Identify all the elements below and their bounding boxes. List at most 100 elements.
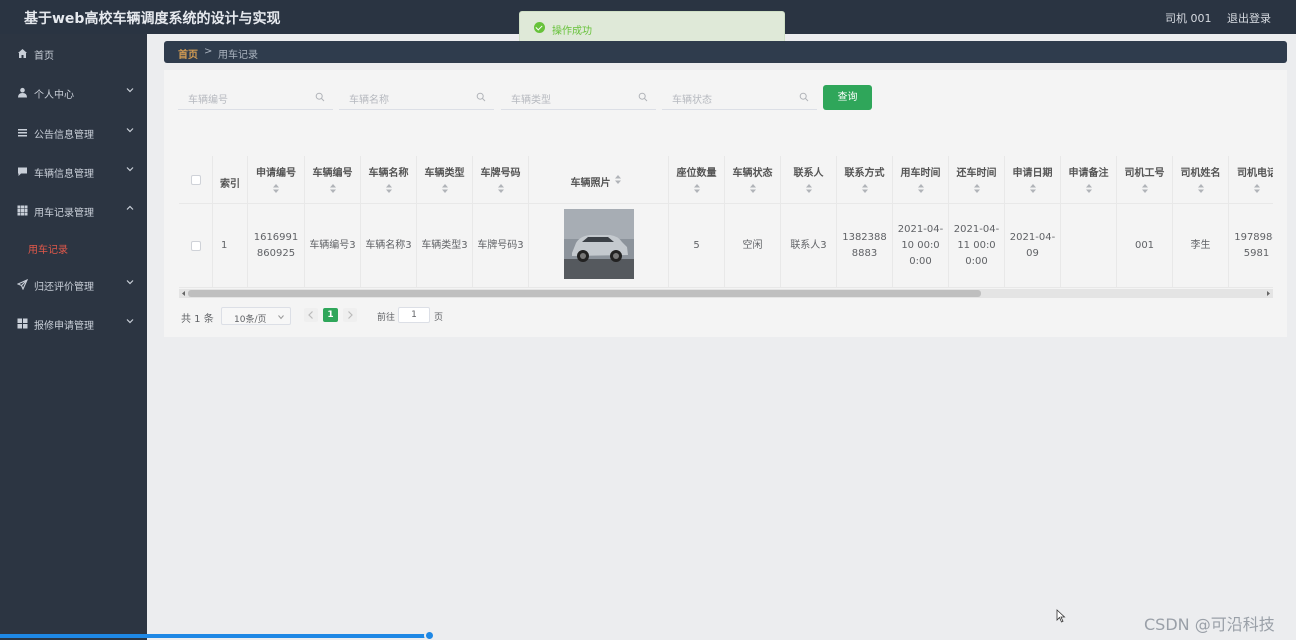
next-page-button[interactable] <box>343 308 357 322</box>
chevron-right-icon <box>348 311 353 319</box>
sidebar-item-usage-records[interactable]: 用车记录管理 <box>0 192 147 230</box>
breadcrumb-home[interactable]: 首页 <box>178 46 198 61</box>
cell-value: 车牌号码3 <box>477 239 524 251</box>
sort-icon[interactable] <box>693 184 700 193</box>
table-header-cell[interactable]: 车辆类型 <box>417 156 473 204</box>
input-placeholder: 车辆编号 <box>188 95 228 106</box>
sort-icon[interactable] <box>1253 184 1260 193</box>
table-header-cell[interactable]: 还车时间 <box>949 156 1005 204</box>
sort-icon[interactable] <box>1197 184 1204 193</box>
goto-page-input[interactable]: 1 <box>398 307 430 323</box>
table-header-cell[interactable]: 司机电话 <box>1229 156 1273 204</box>
table-cell: 李生 <box>1173 204 1229 288</box>
vehicle-photo[interactable] <box>564 209 634 279</box>
sidebar-item-repair-requests[interactable]: 报修申请管理 <box>0 305 147 343</box>
sort-icon[interactable] <box>1029 184 1036 193</box>
table-header-cell[interactable]: 司机姓名 <box>1173 156 1229 204</box>
query-button[interactable]: 查询 <box>823 85 872 110</box>
sidebar-item-personal-center[interactable]: 个人中心 <box>0 74 147 112</box>
vehicle-no-search-input[interactable]: 车辆编号 <box>178 86 333 110</box>
watermark: CSDN @可沿科技 <box>1144 615 1275 634</box>
sidebar-item-label: 用车记录管理 <box>34 208 94 219</box>
goto-label: 前往 <box>377 313 396 323</box>
breadcrumb-separator: > <box>204 46 213 57</box>
sidebar-item-return-reviews[interactable]: 归还评价管理 <box>0 266 147 304</box>
chevron-down-icon <box>126 280 134 285</box>
sidebar-item-label: 归还评价管理 <box>34 282 94 293</box>
cell-value: 19789845981 <box>1234 231 1273 259</box>
sidebar-item-vehicles[interactable]: 车辆信息管理 <box>0 153 147 191</box>
table-header-cell[interactable]: 用车时间 <box>893 156 949 204</box>
sort-icon[interactable] <box>805 184 812 193</box>
prev-page-button[interactable] <box>304 308 318 322</box>
table-header-cell[interactable]: 联系方式 <box>837 156 893 204</box>
video-progress-handle[interactable] <box>424 630 435 640</box>
column-label: 车辆照片 <box>570 178 611 189</box>
column-label: 索引 <box>220 179 240 190</box>
cell-value: 1616991860925 <box>253 231 299 259</box>
sort-icon[interactable] <box>273 184 279 193</box>
chevron-down-icon <box>126 128 134 133</box>
table-header-cell[interactable]: 车辆编号 <box>305 156 361 204</box>
scroll-right-arrow-icon[interactable] <box>1266 291 1271 296</box>
sort-icon[interactable] <box>861 184 868 193</box>
cell-value: 车辆编号3 <box>309 239 356 251</box>
vehicle-name-search-input[interactable]: 车辆名称 <box>339 86 494 110</box>
chevron-down-icon <box>126 88 134 93</box>
input-placeholder: 车辆状态 <box>672 95 712 106</box>
scroll-left-arrow-icon[interactable] <box>181 291 186 296</box>
table-cell: 001 <box>1117 204 1173 288</box>
table-cell: 1 <box>213 204 248 288</box>
sidebar-item-label: 车辆信息管理 <box>34 169 94 180</box>
current-page-button[interactable]: 1 <box>323 308 338 322</box>
table-header-cell: 索引 <box>213 156 248 204</box>
sort-icon[interactable] <box>385 184 392 193</box>
sort-icon[interactable] <box>329 184 336 193</box>
table-header-cell[interactable]: 联系人 <box>781 156 837 204</box>
sort-icon[interactable] <box>615 175 621 184</box>
toast-message: 操作成功 <box>552 26 592 37</box>
table-header-cell[interactable]: 车辆照片 <box>529 156 669 204</box>
search-icon <box>315 92 325 102</box>
video-progress-bar[interactable] <box>0 634 430 638</box>
row-checkbox[interactable] <box>191 241 201 251</box>
search-icon <box>799 92 809 102</box>
send-icon <box>17 279 28 290</box>
scrollbar-thumb[interactable] <box>188 290 981 297</box>
sort-icon[interactable] <box>1085 184 1092 193</box>
table-horizontal-scrollbar[interactable] <box>179 289 1273 298</box>
sidebar-item-home[interactable]: 首页 <box>0 35 147 73</box>
page-size-select[interactable]: 10条/页 <box>221 307 291 325</box>
sort-icon[interactable] <box>497 184 504 193</box>
sidebar-subitem-usage-record[interactable]: 用车记录 <box>0 236 147 260</box>
sort-icon[interactable] <box>917 184 924 193</box>
select-all-checkbox[interactable] <box>191 175 201 185</box>
cell-value: 车辆类型3 <box>421 239 468 251</box>
vehicle-type-search-input[interactable]: 车辆类型 <box>501 86 656 110</box>
table-header-cell[interactable]: 座位数量 <box>669 156 725 204</box>
table-header-cell[interactable]: 司机工号 <box>1117 156 1173 204</box>
sort-icon[interactable] <box>441 184 448 193</box>
table-header-cell[interactable]: 申请编号 <box>248 156 305 204</box>
breadcrumb: 首页 > 用车记录 <box>164 41 1287 63</box>
table-header-cell[interactable]: 申请备注 <box>1061 156 1117 204</box>
grid-icon <box>17 205 28 216</box>
sort-icon[interactable] <box>749 184 756 193</box>
sidebar: 首页 个人中心 公告信息管理 车辆信息管理 用车记录管理 用车记录 归还评价管理… <box>0 34 147 640</box>
table-header-cell[interactable]: 车辆名称 <box>361 156 417 204</box>
table-cell: 13823888883 <box>837 204 893 288</box>
sort-icon[interactable] <box>1141 184 1148 193</box>
cell-value: 1 <box>221 239 228 251</box>
table-cell: 1616991860925 <box>248 204 305 288</box>
cell-value: 空闲 <box>742 239 763 251</box>
table-header-cell[interactable]: 车辆状态 <box>725 156 781 204</box>
sidebar-item-announcements[interactable]: 公告信息管理 <box>0 114 147 152</box>
vehicle-status-search-input[interactable]: 车辆状态 <box>662 86 817 110</box>
records-table: 索引 申请编号 车辆编号 车辆名称 车辆类型 车牌号码 车辆照片 座位数量 车辆… <box>179 156 1273 289</box>
sort-icon[interactable] <box>973 184 980 193</box>
table-cell: 车牌号码3 <box>473 204 529 288</box>
cell-value: 车辆名称3 <box>365 239 412 251</box>
table-header-cell[interactable]: 申请日期 <box>1005 156 1061 204</box>
table-cell: 车辆编号3 <box>305 204 361 288</box>
logout-link[interactable]: 退出登录 <box>1227 10 1271 26</box>
